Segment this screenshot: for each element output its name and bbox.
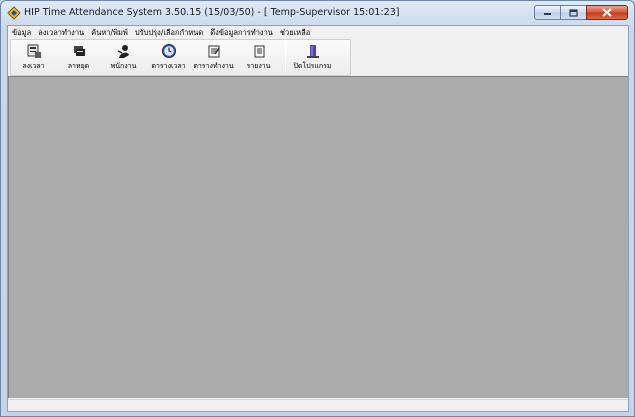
title-bar[interactable]: HIP Time Attendance System 3.50.15 (15/0…: [1, 1, 634, 25]
time-entry-button[interactable]: ลงเวลา: [11, 40, 56, 75]
app-window: HIP Time Attendance System 3.50.15 (15/0…: [0, 0, 635, 417]
exit-program-label: ปิดโปรแกรม: [293, 62, 332, 70]
minimize-button[interactable]: [534, 5, 560, 20]
leave-button[interactable]: ลาหยุด: [56, 40, 101, 75]
menu-help[interactable]: ช่วยเหลือ: [277, 26, 314, 39]
menu-bar: ข้อมูล ลงเวลาทำงาน ค้นหา/พิมพ์ ปรับปรุง/…: [8, 26, 628, 39]
employee-button[interactable]: พนักงาน: [101, 40, 146, 75]
close-button[interactable]: [586, 5, 628, 20]
toolbar: ลงเวลา ลาหยุด พนักงาน ตารางเวลา ตารางทำง…: [10, 39, 351, 76]
window-title: HIP Time Attendance System 3.50.15 (15/0…: [24, 7, 400, 18]
report-button[interactable]: รายงาน: [236, 40, 281, 75]
time-table-button[interactable]: ตารางเวลา: [146, 40, 191, 75]
menu-time-entry[interactable]: ลงเวลาทำงาน: [35, 26, 88, 39]
employee-label: พนักงาน: [110, 62, 137, 70]
maximize-button[interactable]: [560, 5, 586, 20]
report-icon: [254, 45, 264, 58]
exit-door-icon: [306, 45, 319, 58]
menu-data[interactable]: ข้อมูล: [9, 26, 35, 39]
clock-icon: [161, 44, 176, 58]
time-clock-icon: [27, 44, 41, 58]
toolbar-separator: [285, 43, 286, 72]
menu-settings[interactable]: ปรับปรุง/เลือกกำหนด: [132, 26, 207, 39]
exit-program-button[interactable]: ปิดโปรแกรม: [290, 40, 335, 75]
work-schedule-button[interactable]: ตารางทำงาน: [191, 40, 236, 75]
menu-search-print[interactable]: ค้นหา/พิมพ์: [88, 26, 132, 39]
time-entry-label: ลงเวลา: [22, 62, 45, 70]
report-label: รายงาน: [246, 62, 271, 70]
mdi-workspace: [8, 76, 628, 398]
minimize-icon: [544, 13, 551, 15]
employee-icon: [117, 45, 129, 58]
status-bar: [8, 399, 628, 411]
close-icon: [602, 8, 612, 17]
leave-label: ลาหยุด: [67, 62, 90, 70]
app-diamond-icon: [7, 6, 21, 20]
schedule-icon: [208, 45, 220, 58]
time-table-label: ตารางเวลา: [151, 62, 186, 70]
leave-icon: [73, 46, 85, 56]
maximize-icon: [569, 8, 578, 17]
work-schedule-label: ตารางทำงาน: [193, 62, 234, 70]
menu-fetch-data[interactable]: ดึงข้อมูลการทำงาน: [207, 26, 277, 39]
client-area: ข้อมูล ลงเวลาทำงาน ค้นหา/พิมพ์ ปรับปรุง/…: [7, 25, 629, 412]
